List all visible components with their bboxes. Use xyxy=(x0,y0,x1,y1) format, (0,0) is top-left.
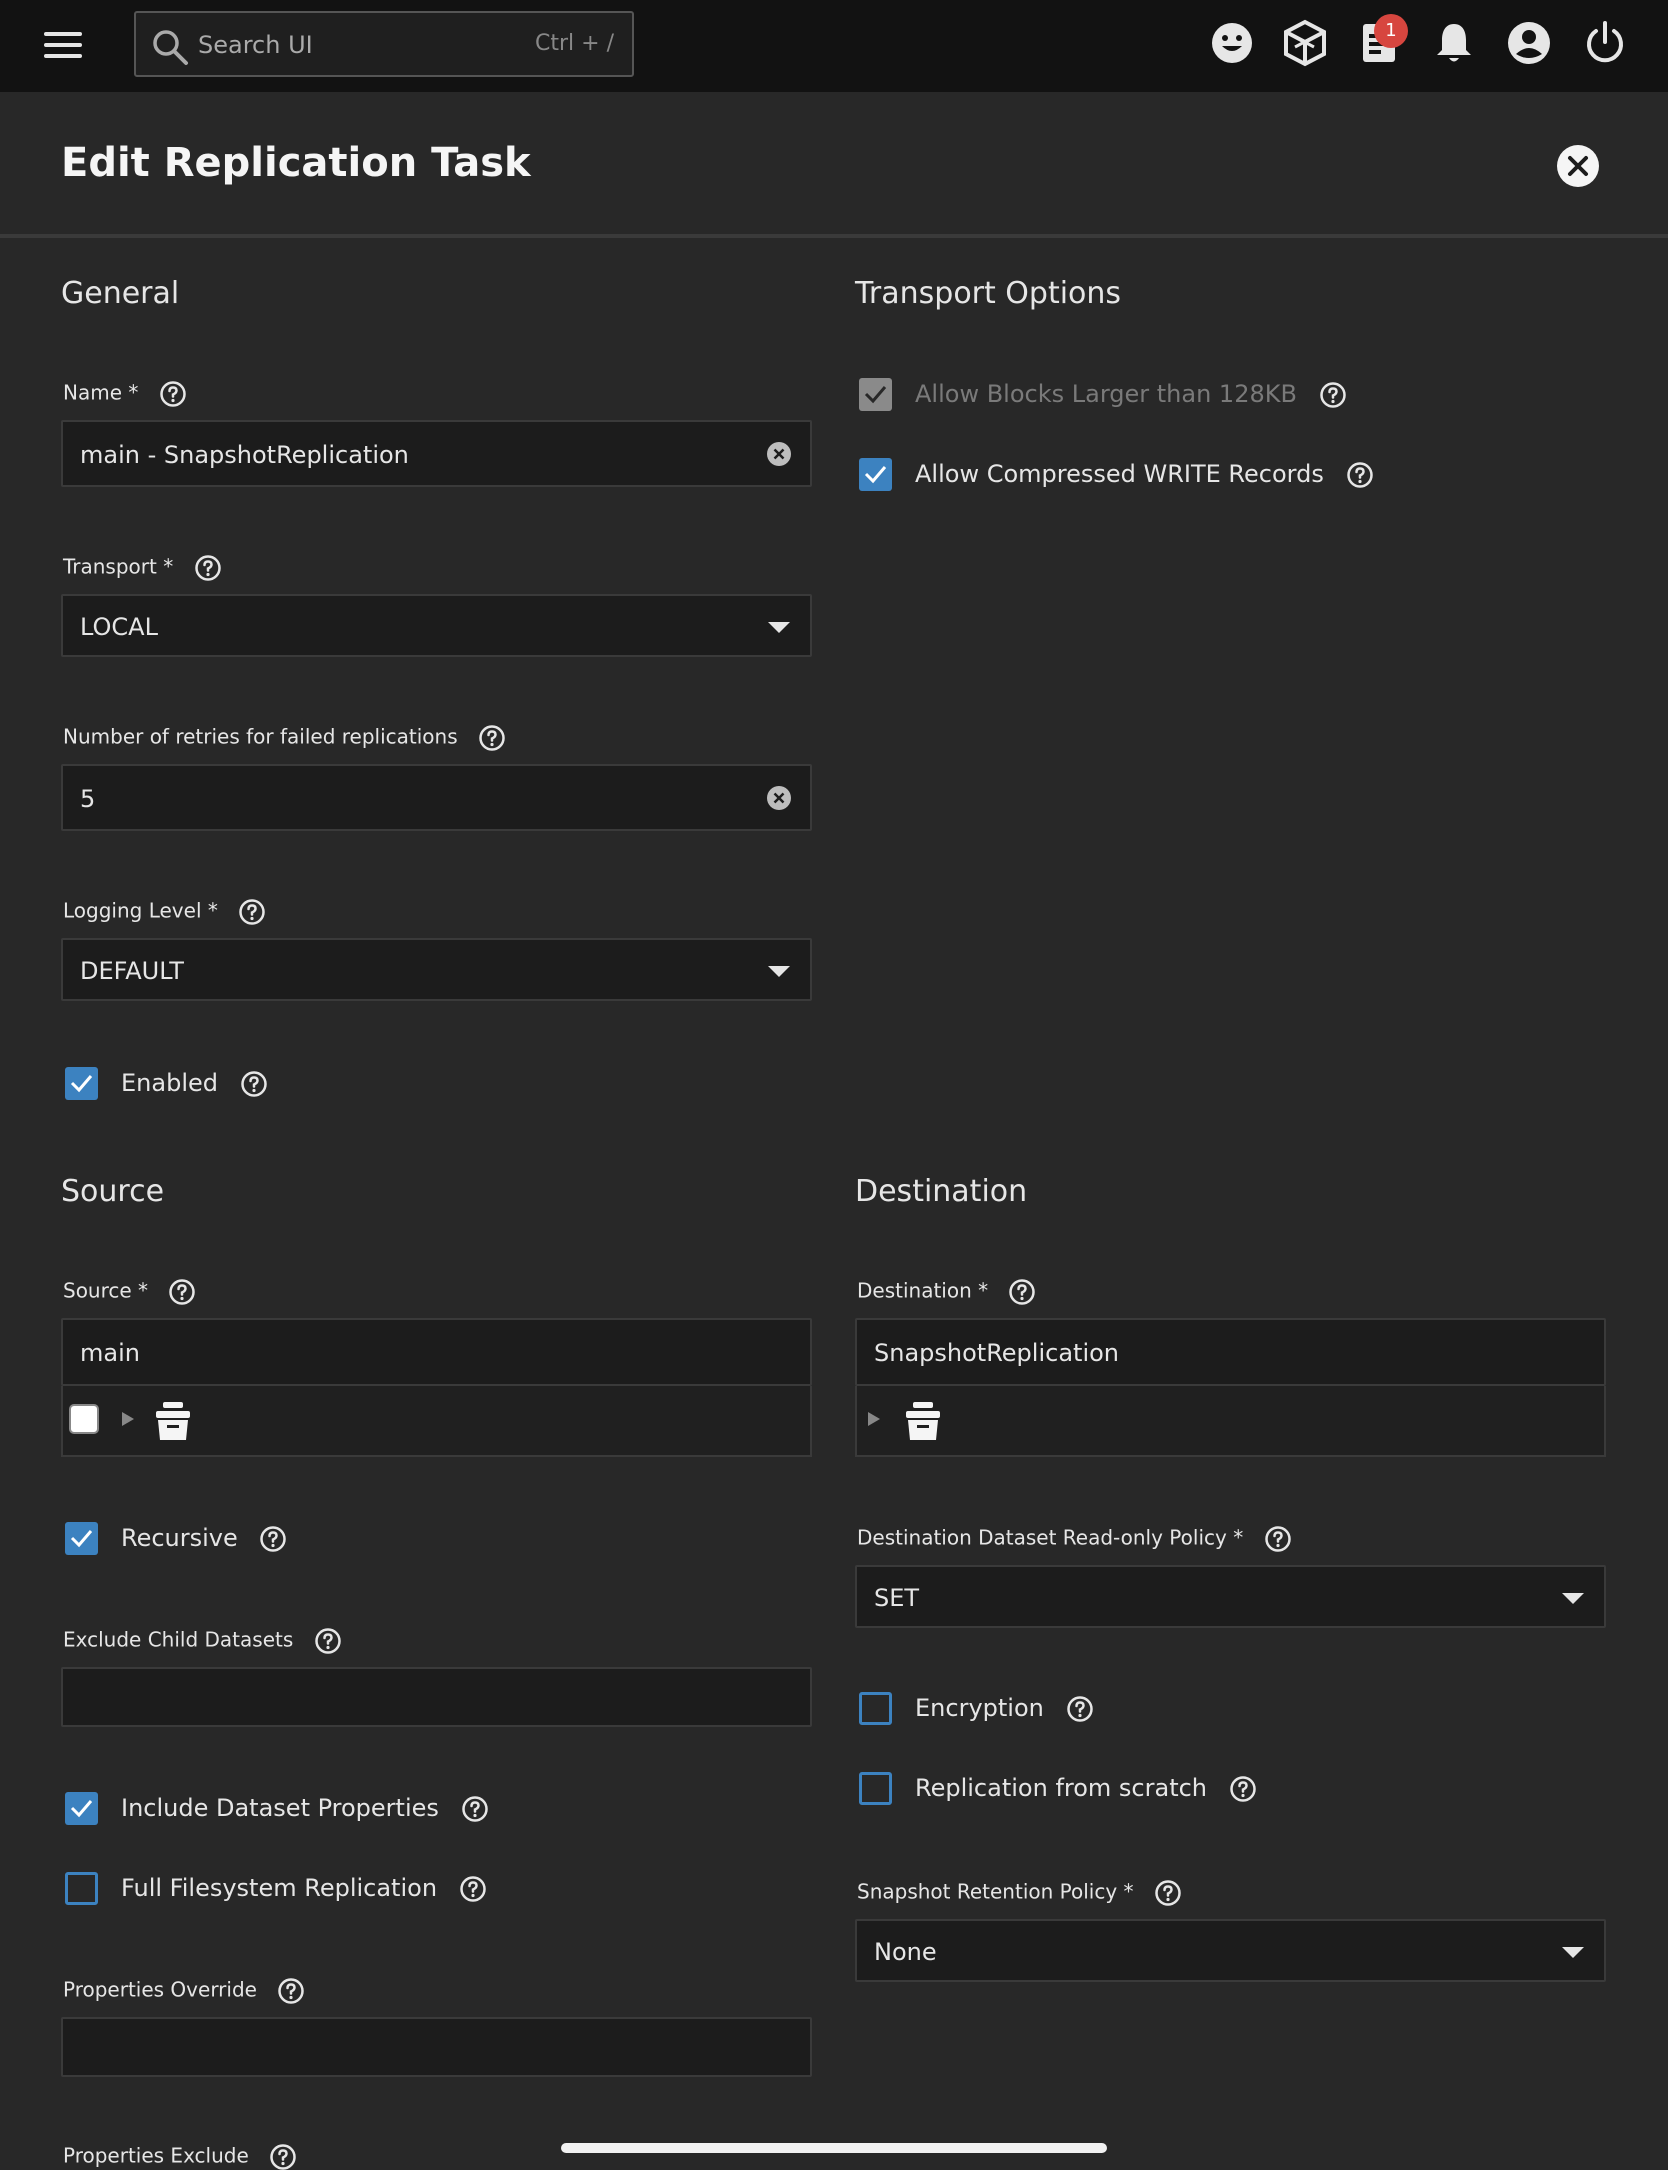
help-icon[interactable] xyxy=(277,1977,305,2005)
properties-override-input[interactable] xyxy=(61,2017,812,2077)
tree-node-checkbox[interactable] xyxy=(69,1404,99,1434)
check-icon xyxy=(70,1075,93,1093)
help-icon[interactable] xyxy=(159,380,187,408)
chevron-down-icon xyxy=(768,622,790,633)
account-icon[interactable] xyxy=(1504,18,1554,68)
clear-icon[interactable] xyxy=(766,441,792,467)
task-count-badge: 1 xyxy=(1374,14,1408,48)
power-icon[interactable] xyxy=(1580,18,1630,68)
destination-label: Destination * xyxy=(857,1278,1036,1306)
help-icon[interactable] xyxy=(194,554,222,582)
search-shortcut-hint: Ctrl + / xyxy=(535,31,614,56)
allow-compressed-label: Allow Compressed WRITE Records xyxy=(915,460,1374,489)
full-filesystem-replication-label: Full Filesystem Replication xyxy=(121,1874,487,1903)
help-icon[interactable] xyxy=(240,1070,268,1098)
help-icon[interactable] xyxy=(1154,1879,1182,1907)
menu-icon[interactable] xyxy=(44,30,82,60)
search-input[interactable]: Search UI xyxy=(198,31,313,59)
search-icon xyxy=(153,30,188,65)
expand-arrow-icon[interactable] xyxy=(122,1412,134,1426)
source-section-title: Source xyxy=(61,1174,165,1209)
include-dataset-properties-checkbox[interactable] xyxy=(65,1792,98,1825)
help-icon[interactable] xyxy=(478,724,506,752)
help-icon[interactable] xyxy=(269,2143,297,2170)
transport-select[interactable]: LOCAL xyxy=(61,594,812,657)
feedback-icon[interactable] xyxy=(1207,18,1257,68)
name-label: Name * xyxy=(63,380,187,408)
help-icon[interactable] xyxy=(314,1627,342,1655)
expand-arrow-icon[interactable] xyxy=(868,1412,880,1426)
replication-from-scratch-label: Replication from scratch xyxy=(915,1774,1257,1803)
name-input[interactable]: main - SnapshotReplication xyxy=(61,420,812,487)
help-icon[interactable] xyxy=(168,1278,196,1306)
properties-override-label: Properties Override xyxy=(63,1977,305,2005)
allow-compressed-checkbox[interactable] xyxy=(859,458,892,491)
destination-section-title: Destination xyxy=(855,1174,1028,1209)
chevron-down-icon xyxy=(1562,1593,1584,1604)
help-icon[interactable] xyxy=(461,1795,489,1823)
full-filesystem-replication-checkbox[interactable] xyxy=(65,1872,98,1905)
truecommand-icon[interactable] xyxy=(1280,18,1330,68)
logging-level-select[interactable]: DEFAULT xyxy=(61,938,812,1001)
recursive-label: Recursive xyxy=(121,1524,287,1553)
help-icon[interactable] xyxy=(1319,381,1347,409)
readonly-policy-select[interactable]: SET xyxy=(855,1565,1606,1628)
encryption-checkbox[interactable] xyxy=(859,1692,892,1725)
snapshot-retention-policy-label: Snapshot Retention Policy * xyxy=(857,1879,1182,1907)
search-box[interactable]: Search UI Ctrl + / xyxy=(134,11,634,77)
transport-options-section-title: Transport Options xyxy=(855,276,1122,311)
retries-input[interactable]: 5 xyxy=(61,764,812,831)
destination-dataset-tree xyxy=(855,1386,1606,1457)
enabled-checkbox[interactable] xyxy=(65,1067,98,1100)
panel-header: Edit Replication Task xyxy=(0,92,1668,238)
recursive-checkbox[interactable] xyxy=(65,1522,98,1555)
encryption-label: Encryption xyxy=(915,1694,1094,1723)
enabled-label: Enabled xyxy=(121,1069,268,1098)
check-icon xyxy=(864,386,887,404)
help-icon[interactable] xyxy=(459,1875,487,1903)
logging-level-label: Logging Level * xyxy=(63,898,266,926)
clear-icon[interactable] xyxy=(766,785,792,811)
chevron-down-icon xyxy=(768,966,790,977)
notifications-bell-icon[interactable] xyxy=(1429,18,1479,68)
help-icon[interactable] xyxy=(1346,461,1374,489)
check-icon xyxy=(70,1800,93,1818)
help-icon[interactable] xyxy=(1066,1695,1094,1723)
source-input[interactable]: main xyxy=(61,1318,812,1386)
help-icon[interactable] xyxy=(1008,1278,1036,1306)
allow-blocks-checkbox[interactable] xyxy=(859,378,892,411)
home-indicator xyxy=(561,2143,1107,2153)
source-dataset-tree xyxy=(61,1386,812,1457)
retries-label: Number of retries for failed replication… xyxy=(63,724,506,752)
source-label: Source * xyxy=(63,1278,196,1306)
help-icon[interactable] xyxy=(1264,1525,1292,1553)
allow-blocks-label: Allow Blocks Larger than 128KB xyxy=(915,380,1347,409)
destination-input[interactable]: SnapshotReplication xyxy=(855,1318,1606,1386)
help-icon[interactable] xyxy=(238,898,266,926)
general-section-title: General xyxy=(61,276,180,311)
close-icon xyxy=(1568,156,1588,176)
dataset-icon xyxy=(156,1402,190,1440)
top-bar: Search UI Ctrl + / 1 xyxy=(0,0,1668,92)
exclude-child-datasets-input[interactable] xyxy=(61,1667,812,1727)
exclude-child-datasets-label: Exclude Child Datasets xyxy=(63,1627,342,1655)
replication-from-scratch-checkbox[interactable] xyxy=(859,1772,892,1805)
chevron-down-icon xyxy=(1562,1947,1584,1958)
include-dataset-properties-label: Include Dataset Properties xyxy=(121,1794,489,1823)
properties-exclude-label: Properties Exclude xyxy=(63,2143,297,2170)
help-icon[interactable] xyxy=(259,1525,287,1553)
readonly-policy-label: Destination Dataset Read-only Policy * xyxy=(857,1525,1292,1553)
check-icon xyxy=(864,466,887,484)
page-title: Edit Replication Task xyxy=(61,140,531,186)
transport-label: Transport * xyxy=(63,554,222,582)
snapshot-retention-policy-select[interactable]: None xyxy=(855,1919,1606,1982)
help-icon[interactable] xyxy=(1229,1775,1257,1803)
close-button[interactable] xyxy=(1557,145,1599,187)
check-icon xyxy=(70,1530,93,1548)
dataset-icon xyxy=(906,1402,940,1440)
